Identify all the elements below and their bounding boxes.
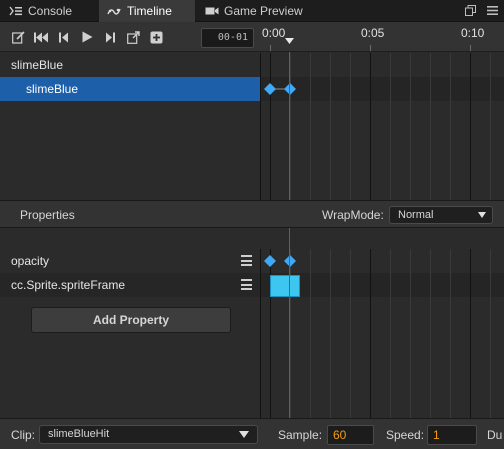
property-row-opacity[interactable]: opacity — [0, 249, 260, 273]
clip-label: Clip: — [11, 428, 36, 442]
node-keyframe-track — [264, 83, 296, 95]
keyframe-diamond — [284, 255, 296, 267]
chevron-down-icon — [478, 212, 486, 218]
node-root[interactable]: slimeBlue — [0, 53, 260, 77]
wrapmode-label: WrapMode: — [322, 208, 384, 222]
clip-status-bar: Clip: slimeBlueHit Sample: 60 Speed: 1 D… — [0, 418, 504, 449]
tab-console[interactable]: Console — [0, 0, 98, 22]
timeline-toolbar: 00-01 — [0, 22, 260, 52]
jump-start-icon[interactable] — [34, 30, 48, 44]
properties-header: Properties WrapMode: Normal — [0, 200, 504, 228]
property-menu-icon[interactable] — [241, 279, 252, 290]
speed-input[interactable]: 1 — [427, 425, 477, 445]
playhead-handle-icon[interactable] — [285, 38, 294, 45]
ruler-label-0: 0:00 — [262, 26, 286, 40]
export-icon[interactable] — [126, 30, 140, 44]
panel-menu-icon[interactable] — [486, 4, 498, 16]
current-frame-field[interactable]: 00-01 — [201, 28, 254, 48]
next-frame-icon[interactable] — [103, 30, 117, 44]
property-menu-icon[interactable] — [241, 255, 252, 266]
chevron-down-icon — [239, 431, 249, 438]
tab-game-preview-label: Game Preview — [224, 4, 303, 18]
opacity-keyframe-track — [264, 255, 296, 267]
popout-icon[interactable] — [464, 4, 476, 16]
keyframe-diamond — [264, 255, 276, 267]
sample-input[interactable]: 60 — [327, 425, 374, 445]
play-icon[interactable] — [80, 30, 94, 44]
clip-value: slimeBlueHit — [48, 428, 110, 440]
tab-console-label: Console — [28, 4, 73, 18]
ruler-tick — [470, 45, 471, 51]
tab-timeline[interactable]: Timeline — [99, 0, 195, 22]
prev-frame-icon[interactable] — [57, 30, 71, 44]
add-property-button[interactable]: Add Property — [31, 307, 231, 333]
add-event-icon[interactable] — [149, 30, 163, 44]
edit-icon[interactable] — [11, 30, 25, 44]
tab-game-preview[interactable]: Game Preview — [196, 0, 314, 22]
ruler-label-5: 0:05 — [361, 26, 385, 40]
property-row-spriteframe[interactable]: cc.Sprite.spriteFrame — [0, 273, 260, 297]
ruler-tick — [370, 45, 371, 51]
speed-label: Speed: — [386, 428, 425, 442]
tab-timeline-label: Timeline — [127, 4, 172, 18]
clip-select[interactable]: slimeBlueHit — [39, 425, 258, 444]
properties-title: Properties — [20, 208, 75, 222]
spriteframe-keyframe-thumb[interactable] — [270, 275, 300, 297]
wrapmode-value: Normal — [398, 209, 434, 221]
time-ruler[interactable]: 0:00 0:05 0:10 — [260, 22, 504, 52]
wrapmode-select[interactable]: Normal — [389, 206, 493, 224]
duration-label: Du — [487, 428, 503, 442]
window-controls — [464, 4, 498, 16]
timeline-icon — [107, 5, 123, 17]
ruler-tick — [270, 45, 271, 51]
playhead-line — [289, 52, 290, 418]
keyframe-diamond — [264, 83, 276, 95]
camera-icon — [204, 5, 220, 17]
node-child-selected[interactable]: slimeBlue — [0, 77, 260, 101]
ruler-label-10: 0:10 — [461, 26, 485, 40]
console-icon — [8, 5, 24, 17]
keyframe-diamond — [284, 83, 296, 95]
property-label: opacity — [11, 254, 50, 268]
panel-tab-bar: Console Timeline Game Preview — [0, 0, 504, 22]
sample-label: Sample: — [278, 428, 323, 442]
property-label: cc.Sprite.spriteFrame — [11, 278, 126, 292]
